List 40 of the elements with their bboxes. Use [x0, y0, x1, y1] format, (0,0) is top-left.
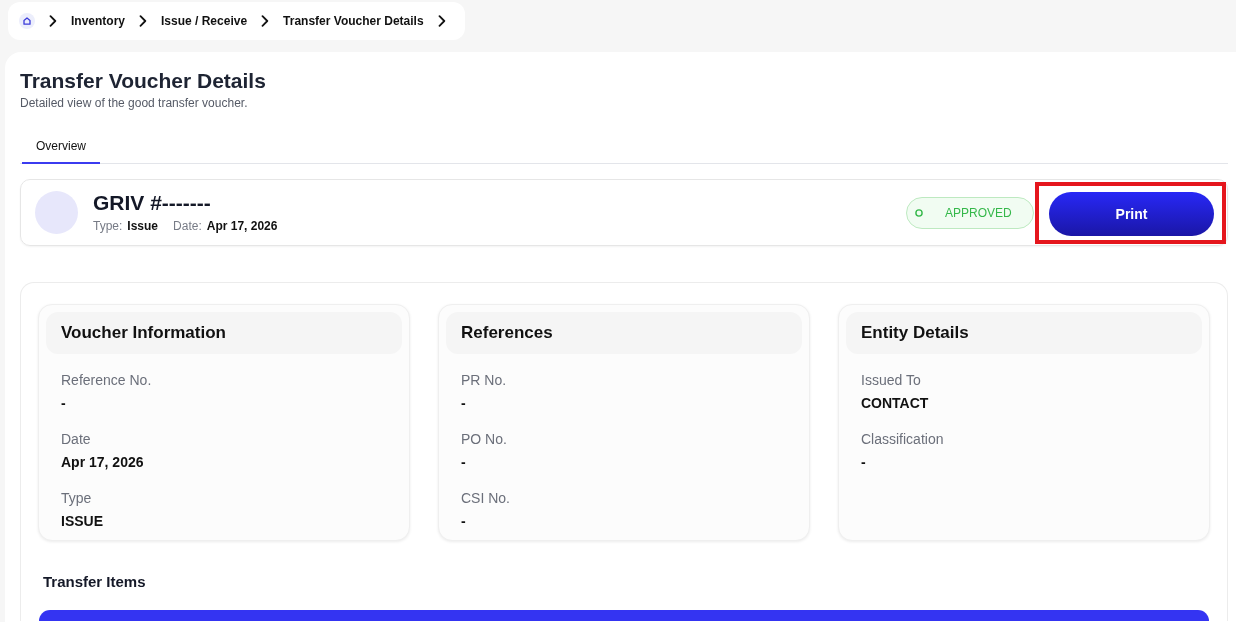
avatar-placeholder: [35, 191, 78, 234]
section-title: Transfer Items: [43, 572, 147, 592]
tab[interactable]: Overview: [22, 129, 100, 164]
breadcrumb-link[interactable]: Transfer Voucher Details: [283, 13, 424, 29]
meta-value: Apr 17, 2026: [206, 218, 278, 234]
field-value: -: [461, 394, 467, 413]
print-button[interactable]: Print: [1049, 191, 1214, 236]
breadcrumb-link[interactable]: Inventory: [71, 13, 125, 29]
meta-value: Issue: [127, 218, 159, 234]
field-label: Type: [61, 489, 93, 508]
section-title: Entity Details: [861, 322, 969, 344]
chevron-icon: [49, 15, 57, 27]
chevron-icon: [139, 15, 147, 27]
page-subtitle: Detailed view of the good transfer voucher.: [20, 95, 249, 111]
field-value: -: [61, 394, 67, 413]
chevron-icon: [437, 15, 446, 27]
field-value: -: [461, 512, 467, 531]
field-value: ISSUE: [61, 512, 104, 531]
field-value: -: [461, 453, 467, 472]
meta-label: Date:: [173, 218, 202, 234]
section-title: Voucher Information: [61, 322, 226, 344]
field-label: Issued To: [861, 371, 922, 390]
status-label: APPROVED: [945, 204, 1012, 221]
breadcrumb-link[interactable]: Issue / Receive: [161, 13, 248, 29]
field-label: PO No.: [461, 430, 508, 449]
field-label: PR No.: [461, 371, 508, 390]
meta-label: Type:: [93, 218, 123, 234]
field-value: Apr 17, 2026: [61, 453, 145, 472]
field-label: Date: [61, 430, 92, 449]
chevron-icon: [261, 15, 270, 27]
field-label: Reference No.: [61, 371, 153, 390]
page-title: Transfer Voucher Details: [20, 68, 267, 94]
field-label: Classification: [861, 430, 945, 449]
field-value: -: [861, 453, 867, 472]
section-title: References: [461, 322, 553, 344]
status-ring-icon: [915, 208, 923, 217]
home-icon[interactable]: [19, 13, 35, 29]
field-label: CSI No.: [461, 489, 511, 508]
voucher-number: GRIV #-------: [93, 191, 212, 215]
field-value: CONTACT: [861, 394, 930, 413]
